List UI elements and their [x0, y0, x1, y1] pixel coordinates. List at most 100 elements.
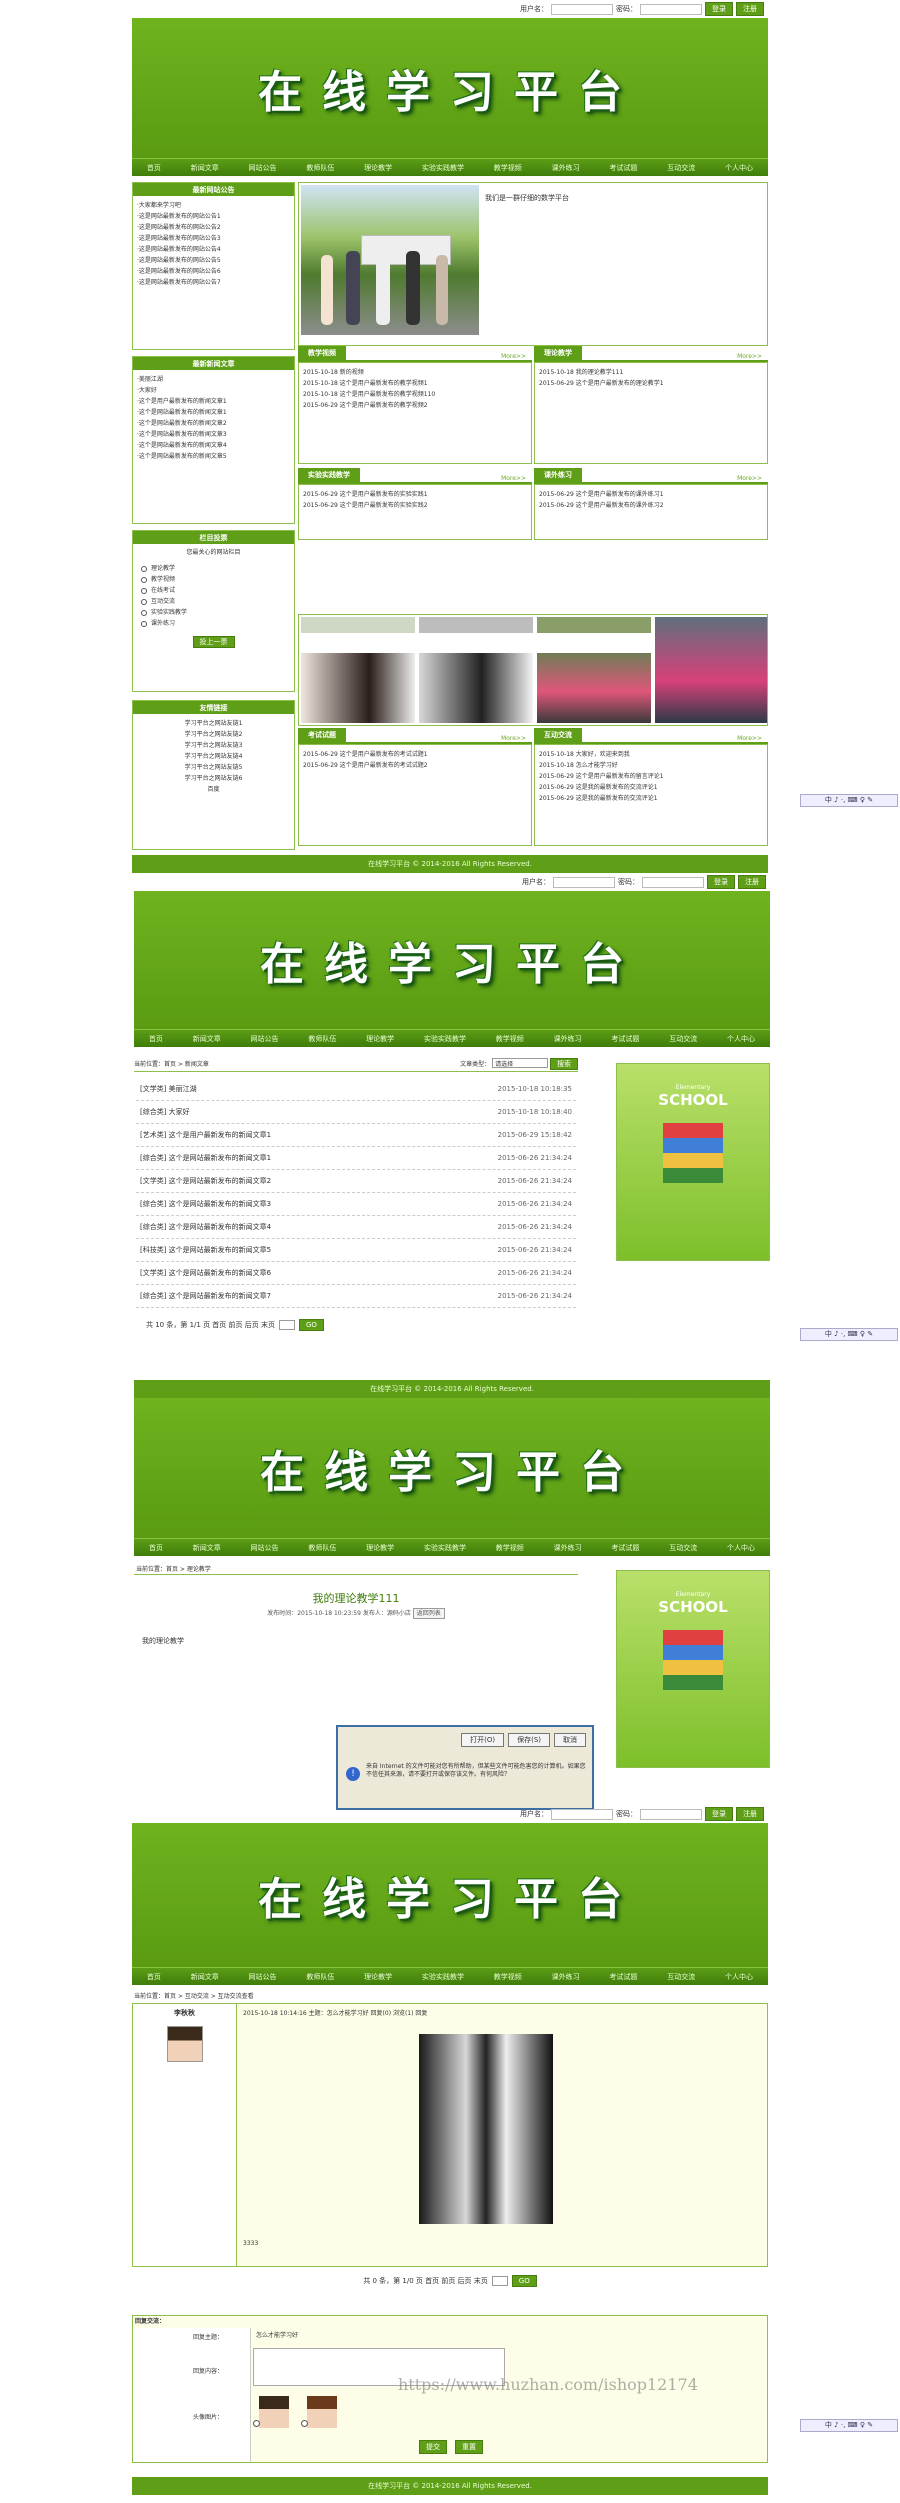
vote-option[interactable]: 理论教学: [141, 563, 290, 574]
article-title[interactable]: [综合类] 大家好: [140, 1107, 190, 1117]
nav-item[interactable]: 课外练习: [554, 1543, 582, 1553]
gallery-photo[interactable]: [419, 653, 533, 723]
dialog-save-button[interactable]: 保存(S): [508, 1733, 550, 1747]
register-button[interactable]: 注册: [738, 875, 766, 889]
password-input[interactable]: [642, 876, 704, 888]
nav-item[interactable]: 首页: [147, 163, 161, 173]
username-input[interactable]: [551, 1808, 613, 1820]
table-row[interactable]: [综合类] 这个是网站最新发布的新闻文章3 2015-06-26 21:34:24: [136, 1193, 576, 1216]
list-item[interactable]: 2015-10-18 怎么才能学习好: [539, 760, 763, 771]
article-title[interactable]: [综合类] 这个是网站最新发布的新闻文章4: [140, 1222, 271, 1232]
exam-more-link[interactable]: More>>: [501, 735, 532, 742]
table-row[interactable]: [文学类] 这个是网站最新发布的新闻文章6 2015-06-26 21:34:24: [136, 1262, 576, 1285]
nav-item[interactable]: 个人中心: [727, 1034, 755, 1044]
nav-item[interactable]: 互动交流: [667, 1972, 695, 1982]
list-item[interactable]: 2015-06-29 这个是用户最新发布的考试试题1: [303, 749, 527, 760]
list-item[interactable]: ·这是网站最新发布的网站公告6: [137, 266, 290, 277]
gallery-photo[interactable]: [655, 617, 767, 723]
reset-button[interactable]: 重置: [455, 2440, 483, 2454]
article-title[interactable]: [科技类] 这个是网站最新发布的新闻文章5: [140, 1245, 271, 1255]
nav-item[interactable]: 新闻文章: [191, 163, 219, 173]
type-select[interactable]: 请选择: [492, 1058, 549, 1068]
table-row[interactable]: [文学类] 这个是网站最新发布的新闻文章2 2015-06-26 21:34:24: [136, 1170, 576, 1193]
nav-item[interactable]: 教师队伍: [308, 1034, 336, 1044]
article-title[interactable]: [综合类] 这个是网站最新发布的新闻文章1: [140, 1153, 271, 1163]
list-item[interactable]: 2015-10-18 大家好，欢迎来到我: [539, 749, 763, 760]
password-input[interactable]: [640, 1808, 702, 1820]
nav-item[interactable]: 教师队伍: [308, 1543, 336, 1553]
nav-item[interactable]: 教学视频: [496, 1034, 524, 1044]
list-item[interactable]: ·这是网站最新发布的网站公告3: [137, 233, 290, 244]
nav-item[interactable]: 个人中心: [727, 1543, 755, 1553]
login-button[interactable]: 登录: [705, 1807, 733, 1821]
nav-item[interactable]: 新闻文章: [191, 1972, 219, 1982]
list-item[interactable]: 学习平台之网站友链1: [137, 718, 290, 729]
gallery-photo[interactable]: [419, 617, 533, 633]
avatar-radio-2[interactable]: [301, 2420, 308, 2427]
table-row[interactable]: [科技类] 这个是网站最新发布的新闻文章5 2015-06-26 21:34:24: [136, 1239, 576, 1262]
article-title[interactable]: [综合类] 这个是网站最新发布的新闻文章7: [140, 1291, 271, 1301]
gallery-photo[interactable]: [301, 653, 415, 723]
vote-option[interactable]: 互动交流: [141, 596, 290, 607]
list-item[interactable]: ·大家好: [137, 385, 290, 396]
nav-item[interactable]: 网站公告: [249, 163, 277, 173]
list-item[interactable]: 2015-06-29 这个是用户最新发布的实验实践2: [303, 500, 527, 511]
radio-button[interactable]: [141, 587, 147, 594]
article-title[interactable]: [文学类] 这个是网站最新发布的新闻文章6: [140, 1268, 271, 1278]
list-item[interactable]: 2015-06-29 这个是用户最新发布的理论教学1: [539, 378, 763, 389]
nav-item[interactable]: 首页: [149, 1543, 163, 1553]
list-item[interactable]: 2015-06-29 这个是用户最新发布的课外练习2: [539, 500, 763, 511]
theory-more-link[interactable]: More>>: [737, 353, 768, 360]
nav-item[interactable]: 新闻文章: [193, 1543, 221, 1553]
nav-item[interactable]: 实验实践教学: [424, 1034, 466, 1044]
go-button[interactable]: GO: [511, 2275, 537, 2287]
gallery-photo[interactable]: [301, 617, 415, 633]
back-button[interactable]: 返回列表: [412, 1608, 445, 1619]
list-item[interactable]: 2015-10-18 这个是用户最新发布的教学视频1: [303, 378, 527, 389]
avatar-option-1[interactable]: [259, 2396, 289, 2428]
list-item[interactable]: ·美丽江湖: [137, 374, 290, 385]
nav-item[interactable]: 个人中心: [725, 1972, 753, 1982]
submit-button[interactable]: 提交: [419, 2440, 447, 2454]
article-title[interactable]: [文学类] 这个是网站最新发布的新闻文章2: [140, 1176, 271, 1186]
pager[interactable]: 共 0 条，第 1/0 页 首页 前页 后页 末页: [363, 2276, 488, 2286]
list-item[interactable]: ·这个是网站最新发布的新闻文章4: [137, 440, 290, 451]
radio-button[interactable]: [141, 609, 147, 616]
nav-item[interactable]: 教学视频: [496, 1543, 524, 1553]
pager[interactable]: 共 10 条，第 1/1 页 首页 前页 后页 末页: [146, 1320, 275, 1330]
list-item[interactable]: 学习平台之网站友链6: [137, 773, 290, 784]
list-item[interactable]: 2015-06-29 这个是用户最新发布的留言评论1: [539, 771, 763, 782]
page-input[interactable]: [491, 2276, 508, 2286]
vote-option[interactable]: 教学视频: [141, 574, 290, 585]
list-item[interactable]: ·这个是网站最新发布的新闻文章2: [137, 418, 290, 429]
list-item[interactable]: ·这是网站最新发布的网站公告2: [137, 222, 290, 233]
reply-title-value[interactable]: 怎么才能学习好: [253, 2330, 433, 2342]
table-row[interactable]: [综合类] 大家好 2015-10-18 10:18:40: [136, 1101, 576, 1124]
vote-option[interactable]: 在线考试: [141, 585, 290, 596]
username-input[interactable]: [553, 876, 615, 888]
nav-item[interactable]: 考试试题: [609, 1972, 637, 1982]
ime-toolbar[interactable]: 中 ♪ ·, ⌨ ♀ ✎: [800, 1328, 898, 1341]
nav-item[interactable]: 互动交流: [669, 1034, 697, 1044]
nav-item[interactable]: 实验实践教学: [422, 163, 464, 173]
nav-item[interactable]: 理论教学: [366, 1034, 394, 1044]
list-item[interactable]: ·这是网站最新发布的网站公告4: [137, 244, 290, 255]
table-row[interactable]: [艺术类] 这个是用户最新发布的新闻文章1 2015-06-29 15:18:42: [136, 1124, 576, 1147]
list-item[interactable]: 学习平台之网站友链3: [137, 740, 290, 751]
nav-item[interactable]: 教学视频: [494, 1972, 522, 1982]
nav-item[interactable]: 课外练习: [552, 1972, 580, 1982]
ime-toolbar[interactable]: 中 ♪ ·, ⌨ ♀ ✎: [800, 2419, 898, 2432]
interact-more-link[interactable]: More>>: [737, 735, 768, 742]
radio-button[interactable]: [141, 576, 147, 583]
login-button[interactable]: 登录: [705, 2, 733, 16]
nav-item[interactable]: 课外练习: [552, 163, 580, 173]
list-item[interactable]: 2015-06-29 这个是用户最新发布的实验实践1: [303, 489, 527, 500]
username-input[interactable]: [551, 3, 613, 15]
nav-item[interactable]: 个人中心: [725, 163, 753, 173]
list-item[interactable]: 学习平台之网站友链2: [137, 729, 290, 740]
list-item[interactable]: ·这个是网站最新发布的新闻文章3: [137, 429, 290, 440]
list-item[interactable]: 2015-06-29 这个是用户最新发布的教学视频2: [303, 400, 527, 411]
list-item[interactable]: ·这是网站最新发布的网站公告7: [137, 277, 290, 288]
nav-item[interactable]: 实验实践教学: [422, 1972, 464, 1982]
nav-item[interactable]: 考试试题: [611, 1543, 639, 1553]
